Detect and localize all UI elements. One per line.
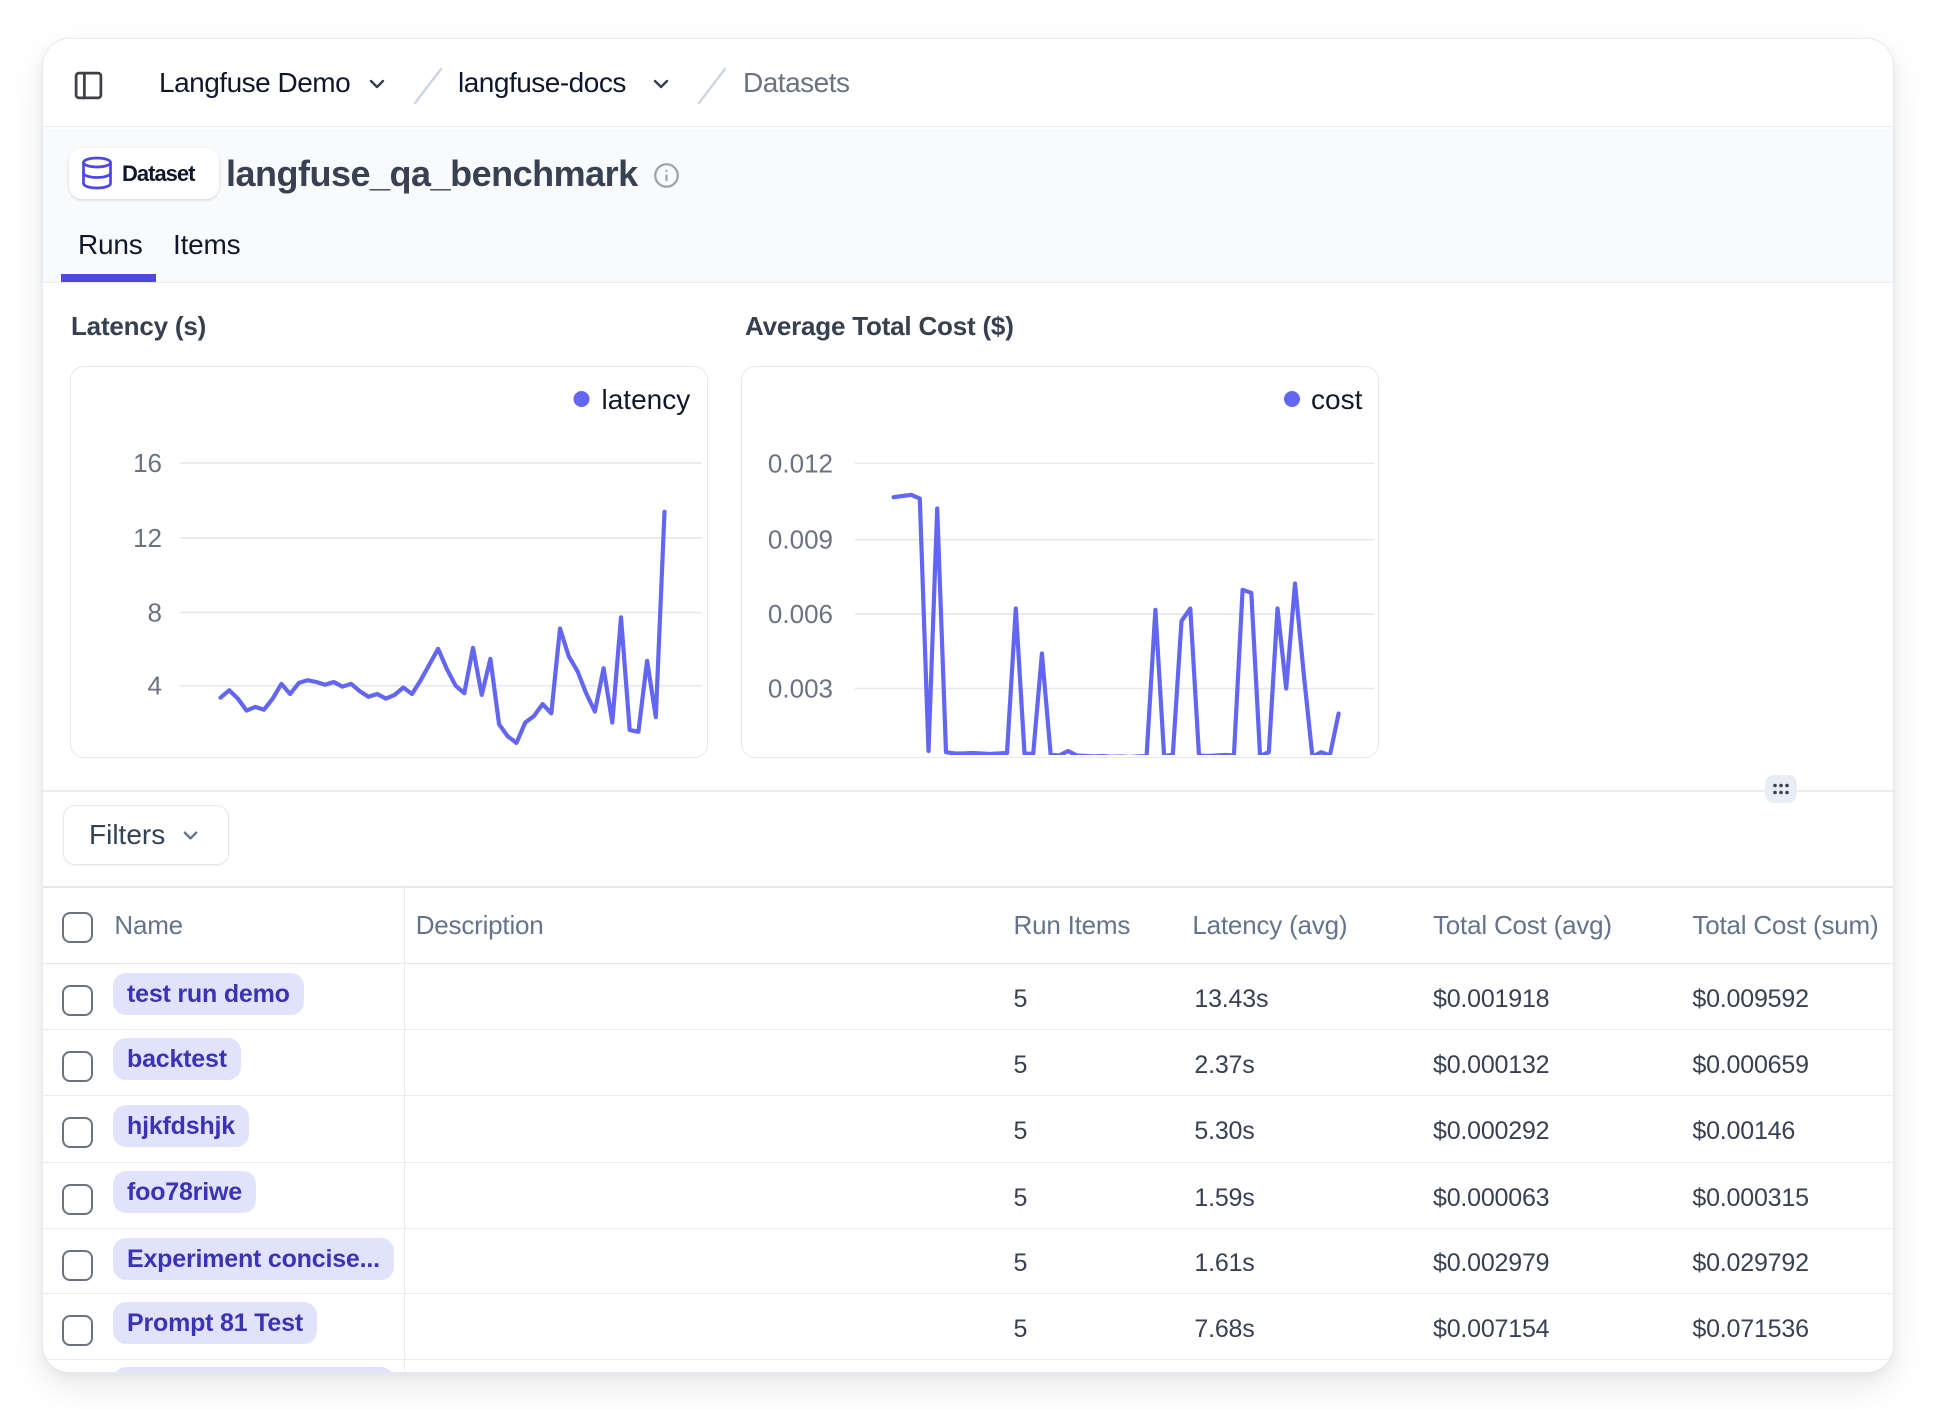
svg-text:latency: latency <box>602 384 691 415</box>
svg-text:12: 12 <box>133 523 162 553</box>
svg-text:4: 4 <box>148 670 162 700</box>
svg-text:0.009: 0.009 <box>768 524 833 554</box>
svg-text:0.012: 0.012 <box>768 448 833 478</box>
svg-text:cost: cost <box>1311 384 1363 415</box>
svg-text:0.003: 0.003 <box>768 673 833 703</box>
svg-text:8: 8 <box>148 597 162 627</box>
svg-text:0.006: 0.006 <box>768 599 833 629</box>
svg-text:16: 16 <box>133 448 162 478</box>
